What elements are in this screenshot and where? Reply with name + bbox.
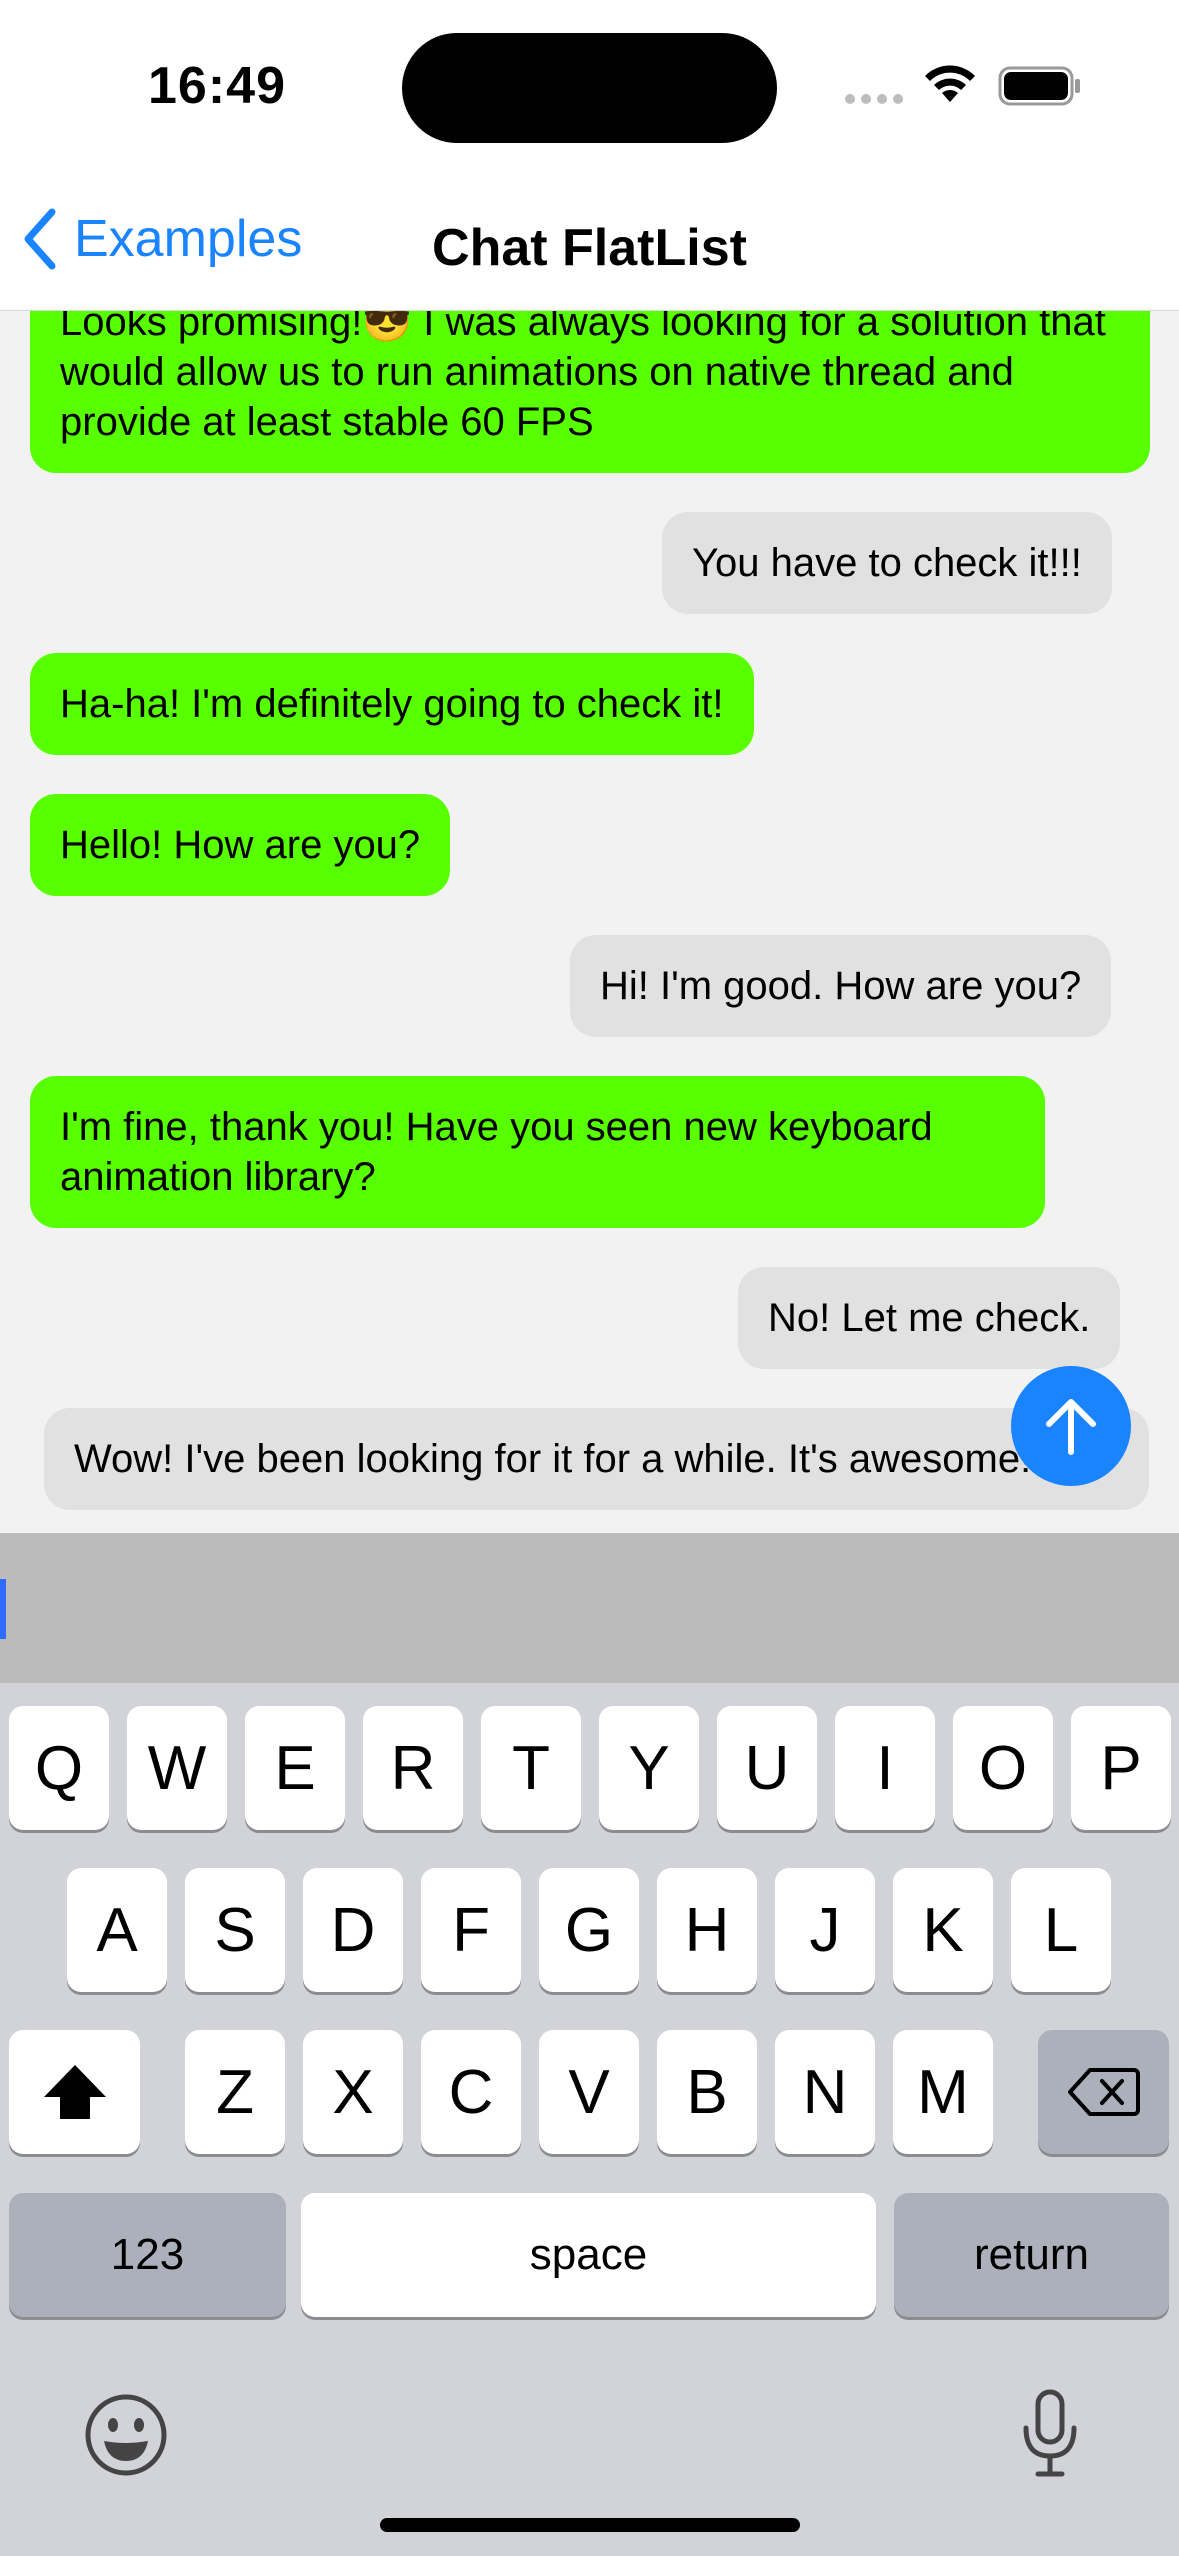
message-bubble-incoming: Looks promising!😎 I was always looking f… xyxy=(30,311,1150,473)
key-d[interactable]: D xyxy=(303,1868,403,1992)
emoji-icon[interactable] xyxy=(84,2393,168,2477)
backspace-icon xyxy=(1067,2068,1140,2116)
key-q[interactable]: Q xyxy=(9,1706,109,1830)
message-bubble-outgoing: Wow! I've been looking for it for a whil… xyxy=(44,1408,1149,1510)
text-cursor xyxy=(0,1579,6,1639)
key-f[interactable]: F xyxy=(421,1868,521,1992)
key-z[interactable]: Z xyxy=(185,2030,285,2154)
key-w[interactable]: W xyxy=(127,1706,227,1830)
status-time: 16:49 xyxy=(148,57,286,115)
key-h[interactable]: H xyxy=(657,1868,757,1992)
page-title: Chat FlatList xyxy=(432,219,747,277)
shift-icon xyxy=(43,2065,106,2119)
dynamic-island xyxy=(402,33,777,143)
key-m[interactable]: M xyxy=(893,2030,993,2154)
key-s[interactable]: S xyxy=(185,1868,285,1992)
backspace-key[interactable] xyxy=(1038,2030,1169,2154)
key-l[interactable]: L xyxy=(1011,1868,1111,1992)
message-input[interactable] xyxy=(10,1563,1164,1655)
navigation-bar: Examples Chat FlatList xyxy=(0,170,1179,311)
signal-dots-icon xyxy=(845,94,905,104)
key-i[interactable]: I xyxy=(835,1706,935,1830)
battery-icon xyxy=(998,66,1080,106)
message-composer xyxy=(0,1533,1179,1683)
key-x[interactable]: X xyxy=(303,2030,403,2154)
key-t[interactable]: T xyxy=(481,1706,581,1830)
message-bubble-incoming: I'm fine, thank you! Have you seen new k… xyxy=(30,1076,1045,1228)
message-bubble-outgoing: You have to check it!!! xyxy=(662,512,1112,614)
key-e[interactable]: E xyxy=(245,1706,345,1830)
numbers-key[interactable]: 123 xyxy=(9,2193,286,2317)
key-y[interactable]: Y xyxy=(599,1706,699,1830)
message-bubble-incoming: Ha-ha! I'm definitely going to check it! xyxy=(30,653,754,755)
key-n[interactable]: N xyxy=(775,2030,875,2154)
message-bubble-incoming: Hello! How are you? xyxy=(30,794,451,896)
key-o[interactable]: O xyxy=(953,1706,1053,1830)
key-b[interactable]: B xyxy=(657,2030,757,2154)
key-v[interactable]: V xyxy=(539,2030,639,2154)
scroll-to-bottom-button[interactable] xyxy=(1011,1366,1131,1486)
return-key[interactable]: return xyxy=(894,2193,1169,2317)
microphone-icon[interactable] xyxy=(1018,2388,1082,2480)
key-u[interactable]: U xyxy=(717,1706,817,1830)
space-key[interactable]: space xyxy=(301,2193,876,2317)
key-k[interactable]: K xyxy=(893,1868,993,1992)
message-bubble-outgoing: No! Let me check. xyxy=(738,1267,1121,1369)
key-c[interactable]: C xyxy=(421,2030,521,2154)
wifi-icon xyxy=(925,65,975,102)
shift-key[interactable] xyxy=(9,2030,140,2154)
arrow-up-icon xyxy=(1046,1399,1096,1455)
status-bar: 16:49 xyxy=(0,0,1179,170)
chat-flatlist[interactable]: Looks promising!😎 I was always looking f… xyxy=(0,311,1179,1533)
key-j[interactable]: J xyxy=(775,1868,875,1992)
key-r[interactable]: R xyxy=(363,1706,463,1830)
key-p[interactable]: P xyxy=(1071,1706,1171,1830)
key-g[interactable]: G xyxy=(539,1868,639,1992)
home-indicator[interactable] xyxy=(380,2518,800,2532)
key-a[interactable]: A xyxy=(67,1868,167,1992)
keyboard: Q W E R T Y U I O P A S D F G H J K L Z … xyxy=(0,1683,1179,2556)
message-bubble-outgoing: Hi! I'm good. How are you? xyxy=(570,935,1112,1037)
